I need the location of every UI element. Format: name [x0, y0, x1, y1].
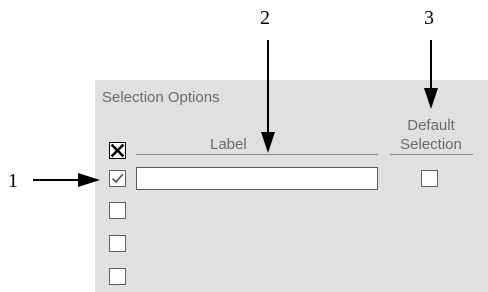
row-1-default-selection-checkbox[interactable] — [421, 170, 438, 187]
row-4-include-checkbox[interactable] — [109, 268, 126, 285]
callout-arrow-1 — [33, 173, 100, 187]
label-header-underline — [136, 154, 378, 155]
label-column-header: Label — [210, 136, 247, 153]
x-mark-icon — [110, 143, 125, 158]
row-2-include-checkbox[interactable] — [109, 202, 126, 219]
row-1-label-input[interactable] — [136, 167, 378, 190]
default-header-underline — [390, 154, 473, 155]
default-header-line1: Default — [407, 117, 455, 134]
default-selection-column-header: Default Selection — [388, 116, 474, 154]
select-all-toggle[interactable] — [109, 142, 126, 159]
panel-title: Selection Options — [102, 89, 220, 106]
check-mark-icon — [111, 173, 124, 184]
row-1-include-checkbox[interactable] — [109, 170, 126, 187]
callout-number-1: 1 — [8, 170, 18, 192]
selection-options-panel: Selection Options Label Default Selectio… — [95, 80, 488, 292]
callout-number-3: 3 — [424, 7, 434, 29]
callout-number-2: 2 — [260, 7, 270, 29]
default-header-line2: Selection — [400, 136, 462, 153]
row-3-include-checkbox[interactable] — [109, 235, 126, 252]
